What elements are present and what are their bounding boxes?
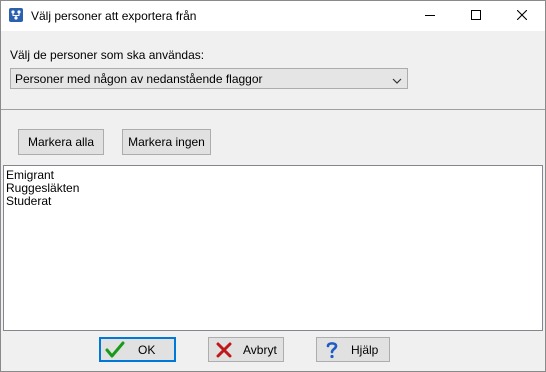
- cancel-x-icon: [213, 340, 235, 360]
- window-title: Välj personer att exportera från: [31, 9, 197, 23]
- chevron-down-icon: [392, 74, 402, 88]
- maximize-icon: [471, 9, 481, 23]
- list-item[interactable]: Studerat: [6, 195, 51, 208]
- selection-label: Välj de personer som ska användas:: [10, 48, 205, 62]
- cancel-button[interactable]: Avbryt: [208, 337, 284, 362]
- minimize-button[interactable]: [407, 1, 453, 31]
- title-bar[interactable]: Välj personer att exportera från: [1, 1, 545, 31]
- export-dialog: Välj personer att exportera från Välj de…: [0, 0, 546, 372]
- mark-all-button[interactable]: Markera alla: [18, 129, 104, 155]
- selection-combobox[interactable]: Personer med någon av nedanstående flagg…: [10, 68, 408, 89]
- cancel-label: Avbryt: [243, 342, 277, 357]
- close-icon: [516, 9, 528, 23]
- selection-panel: Välj de personer som ska användas: Perso…: [1, 31, 545, 110]
- checkmark-icon: [104, 340, 126, 360]
- mark-none-button[interactable]: Markera ingen: [122, 129, 211, 155]
- family-tree-app-icon: [9, 8, 23, 22]
- ok-button[interactable]: OK: [99, 337, 176, 362]
- maximize-button[interactable]: [453, 1, 499, 31]
- dialog-button-bar: OK Avbryt Hjälp: [1, 333, 545, 371]
- minimize-icon: [425, 9, 435, 23]
- ok-label: OK: [138, 342, 156, 357]
- mark-button-bar: Markera alla Markera ingen: [1, 116, 545, 164]
- combobox-value: Personer med någon av nedanstående flagg…: [15, 72, 263, 86]
- help-label: Hjälp: [351, 342, 379, 357]
- help-question-icon: [321, 340, 343, 360]
- help-button[interactable]: Hjälp: [316, 337, 390, 362]
- flag-list[interactable]: Emigrant Ruggesläkten Studerat: [3, 165, 543, 331]
- close-button[interactable]: [499, 1, 545, 31]
